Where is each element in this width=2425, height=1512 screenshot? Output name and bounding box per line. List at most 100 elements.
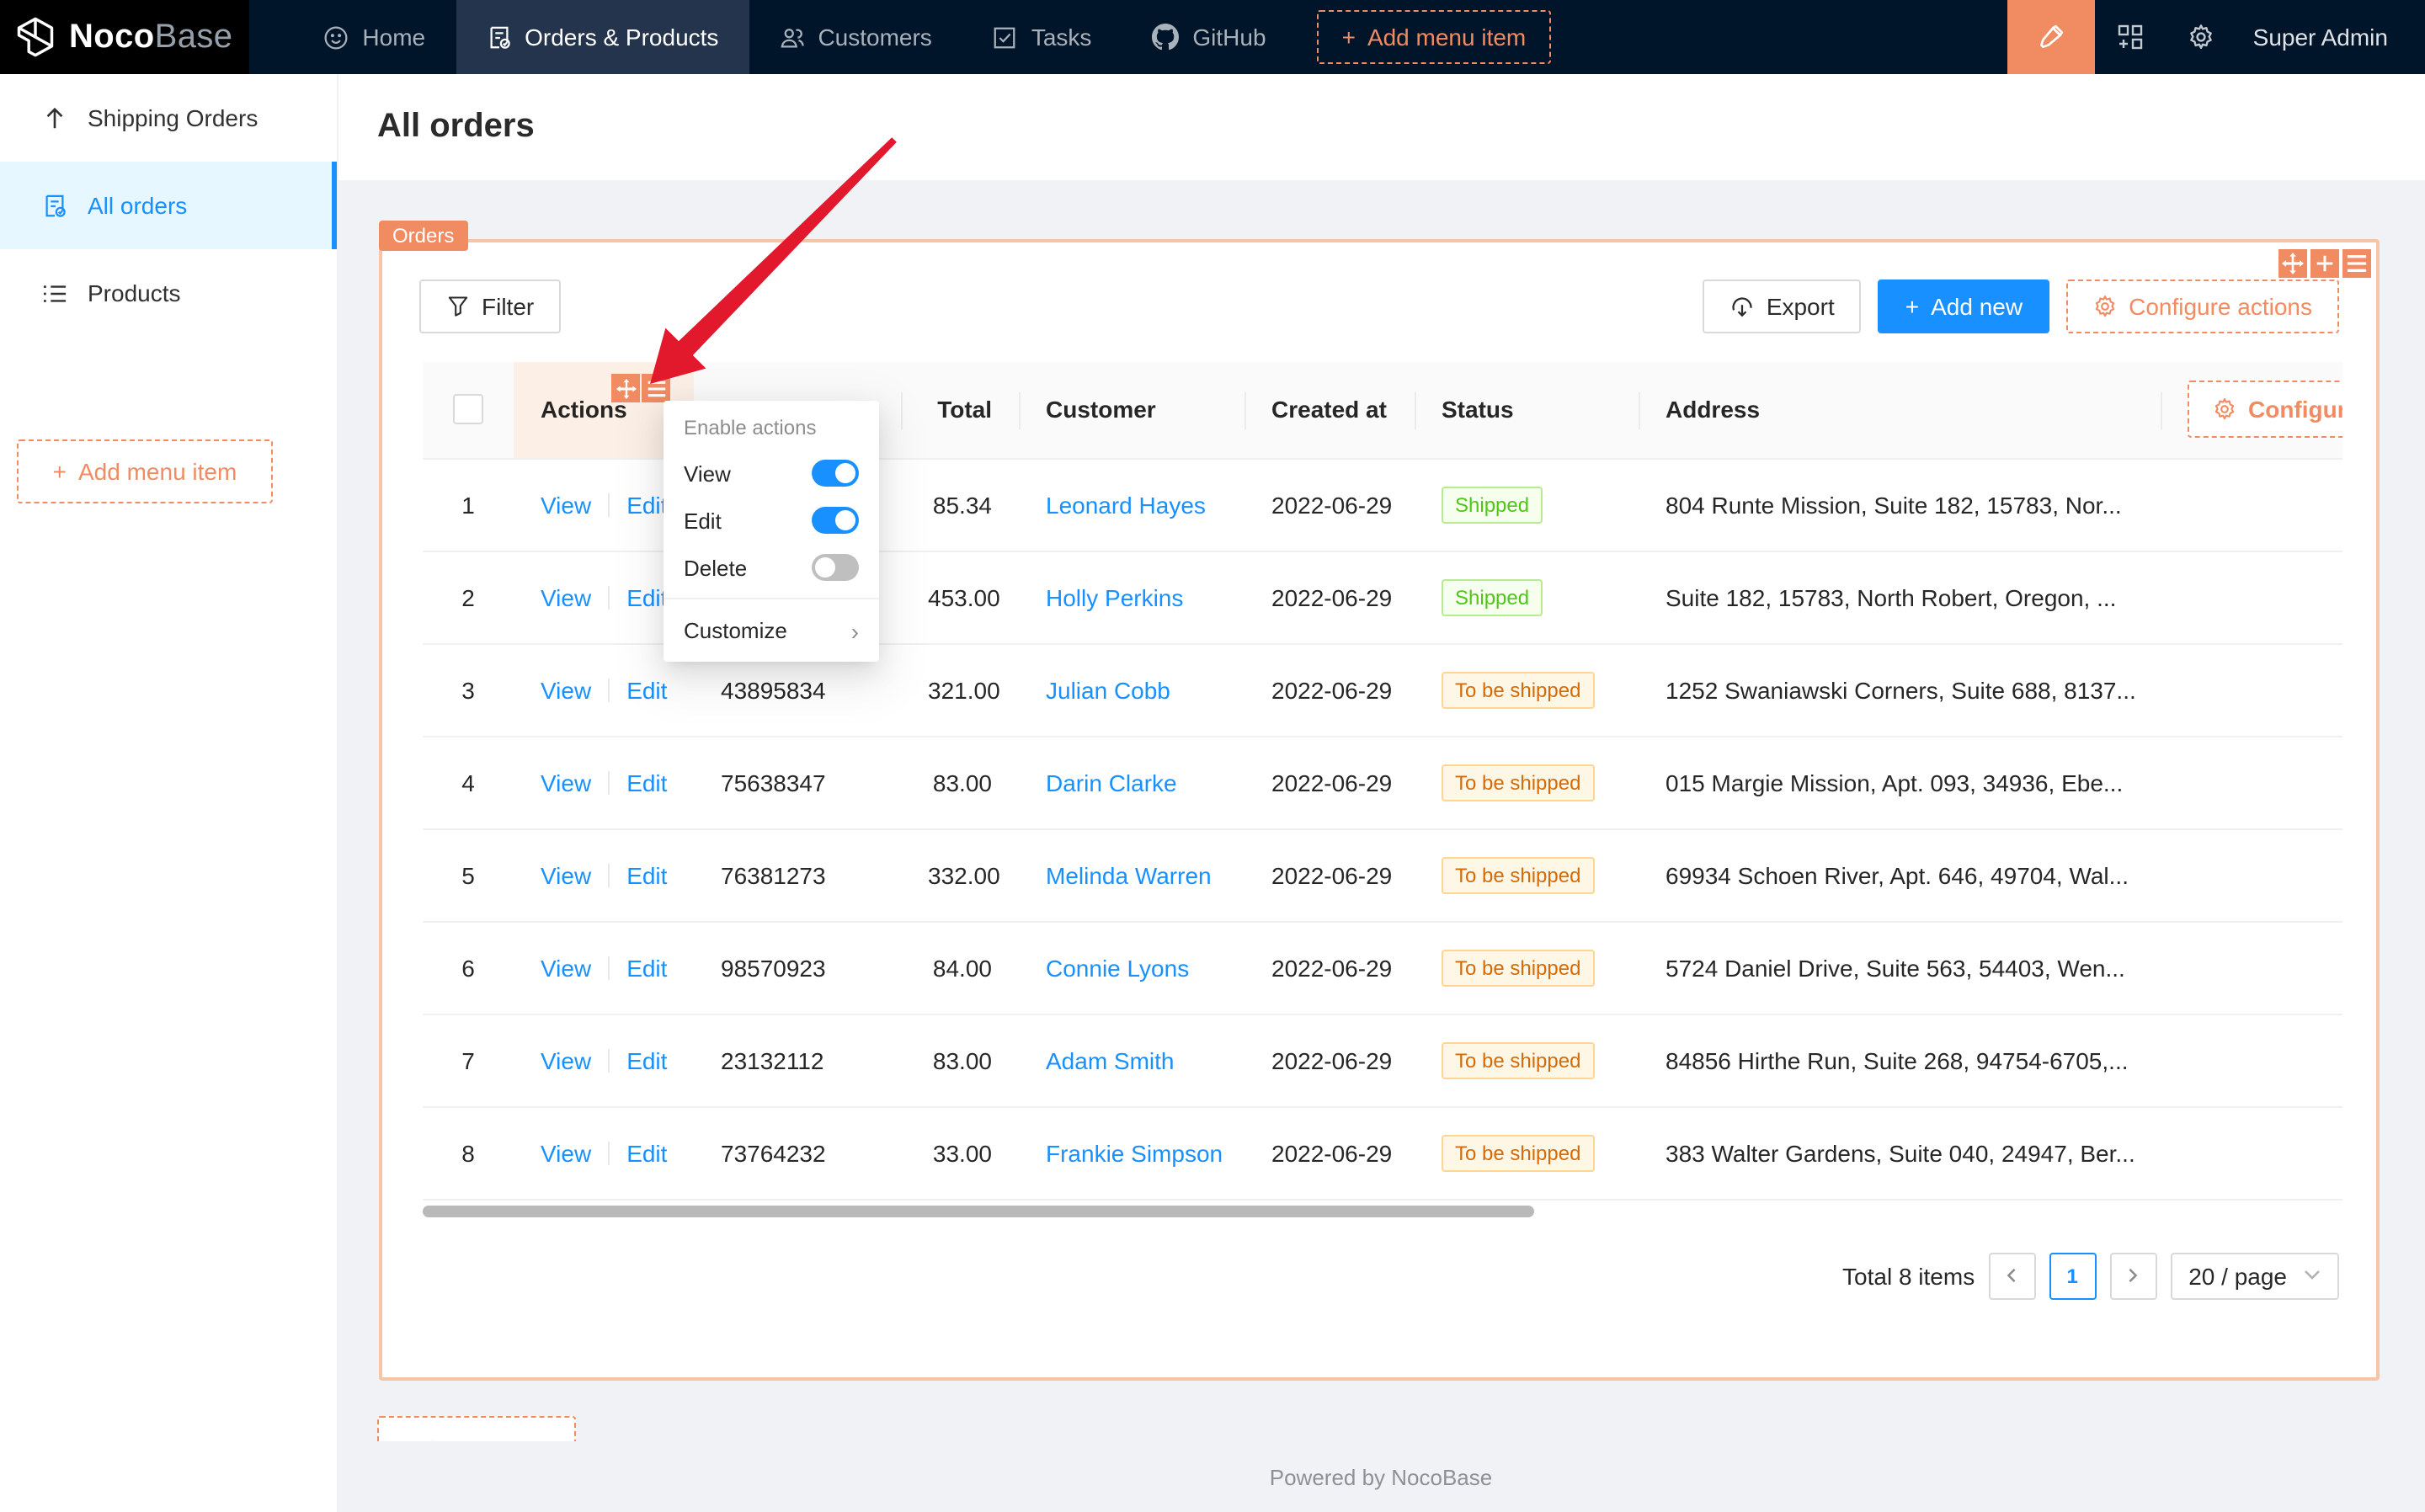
page-size-select[interactable]: 20 / page — [2170, 1252, 2339, 1299]
brand-logo[interactable]: NocoBase — [0, 0, 250, 74]
customer-link[interactable]: Frankie Simpson — [1046, 1139, 1223, 1166]
settings-button[interactable] — [2166, 0, 2236, 74]
chevron-left-icon — [2007, 1268, 2016, 1283]
export-button[interactable]: Export — [1702, 280, 1862, 333]
edit-link[interactable]: Edit — [626, 676, 667, 703]
edit-link[interactable]: Edit — [626, 583, 667, 610]
view-link[interactable]: View — [541, 676, 591, 703]
filter-button[interactable]: Filter — [419, 280, 562, 333]
total-cell: 83.00 — [901, 736, 1019, 829]
nav-item-github[interactable]: GitHub — [1122, 0, 1296, 74]
customer-cell: Frankie Simpson — [1019, 1106, 1244, 1200]
drag-handle-icon[interactable] — [2278, 249, 2307, 278]
address-cell: 84856 Hirthe Run, Suite 268, 94754-6705,… — [1639, 1014, 2161, 1107]
row-index[interactable]: 4 — [423, 736, 514, 829]
status-badge: Shipped — [1442, 486, 1543, 523]
status-cell: Shipped — [1415, 458, 1639, 551]
customer-cell: Holly Perkins — [1019, 551, 1244, 644]
created-at-cell: 2022-06-29 — [1244, 551, 1415, 644]
pagination: Total 8 items 1 20 / page — [423, 1252, 2339, 1299]
add-block-icon[interactable] — [2310, 249, 2339, 278]
list-icon — [43, 285, 67, 301]
status-cell: Shipped — [1415, 551, 1639, 644]
action-divider — [608, 1048, 610, 1072]
view-link[interactable]: View — [541, 954, 591, 981]
customer-link[interactable]: Holly Perkins — [1046, 583, 1183, 610]
cube-logo-icon — [17, 17, 54, 57]
customer-link[interactable]: Connie Lyons — [1046, 954, 1189, 981]
dropdown-item-delete[interactable]: Delete — [664, 544, 879, 591]
row-index[interactable]: 8 — [423, 1106, 514, 1200]
edit-link[interactable]: Edit — [626, 491, 667, 518]
file-done-icon — [45, 194, 66, 216]
table-row: 8 View Edit 73764232 33.00 Frankie Simpson 202… — [423, 1106, 2342, 1200]
edit-link[interactable]: Edit — [626, 1046, 667, 1073]
view-link[interactable]: View — [541, 491, 591, 518]
dropdown-item-edit[interactable]: Edit — [664, 497, 879, 544]
row-index[interactable]: 2 — [423, 551, 514, 644]
view-toggle[interactable] — [812, 460, 859, 487]
next-page-button[interactable] — [2109, 1252, 2157, 1299]
row-index[interactable]: 3 — [423, 643, 514, 737]
ui-editor-button[interactable] — [2007, 0, 2095, 74]
nav-add-menu-item-button[interactable]: + Add menu item — [1316, 10, 1552, 64]
status-badge: To be shipped — [1442, 856, 1595, 893]
highlighter-icon — [2040, 24, 2064, 48]
customer-link[interactable]: Melinda Warren — [1046, 861, 1212, 888]
delete-toggle[interactable] — [812, 554, 859, 581]
view-link[interactable]: View — [541, 583, 591, 610]
configure-actions-button[interactable]: Configure actions — [2066, 280, 2339, 333]
total-cell: 33.00 — [901, 1106, 1019, 1200]
scrollbar-thumb[interactable] — [423, 1205, 1534, 1217]
block-menu-icon[interactable] — [2342, 249, 2371, 278]
column-menu-icon[interactable] — [642, 374, 670, 402]
plugins-button[interactable] — [2095, 0, 2166, 74]
select-all-checkbox[interactable] — [453, 394, 483, 425]
configure-cell — [2161, 551, 2342, 644]
configure-cell — [2161, 1106, 2342, 1200]
customer-link[interactable]: Julian Cobb — [1046, 676, 1170, 703]
horizontal-scrollbar[interactable] — [423, 1205, 2339, 1217]
row-index[interactable]: 6 — [423, 921, 514, 1014]
configure-columns-button[interactable]: Configure columns — [2188, 381, 2342, 439]
nav-item-home[interactable]: Home — [293, 0, 456, 74]
add-block-button[interactable]: + Add block — [377, 1416, 576, 1441]
edit-link[interactable]: Edit — [626, 861, 667, 888]
page-number-button[interactable]: 1 — [2049, 1252, 2097, 1299]
customer-link[interactable]: Adam Smith — [1046, 1046, 1175, 1073]
nav-item-tasks[interactable]: Tasks — [962, 0, 1122, 74]
view-link[interactable]: View — [541, 1046, 591, 1073]
user-menu[interactable]: Super Admin — [2236, 0, 2425, 74]
add-new-button[interactable]: + Add new — [1878, 280, 2050, 333]
nav-item-customers[interactable]: Customers — [749, 0, 962, 74]
sidebar-item-shipping-orders[interactable]: Shipping Orders — [0, 74, 337, 162]
view-link[interactable]: View — [541, 861, 591, 888]
action-divider — [608, 863, 610, 886]
created-at-cell: 2022-06-29 — [1244, 458, 1415, 551]
customer-link[interactable]: Leonard Hayes — [1046, 491, 1206, 518]
edit-link[interactable]: Edit — [626, 954, 667, 981]
sidebar-item-products[interactable]: Products — [0, 249, 337, 337]
customer-link[interactable]: Darin Clarke — [1046, 769, 1177, 796]
edit-toggle[interactable] — [812, 507, 859, 534]
nav-item-orders-products[interactable]: Orders & Products — [456, 0, 749, 74]
github-icon — [1152, 24, 1180, 51]
row-index[interactable]: 1 — [423, 458, 514, 551]
block-designer-toolbar — [2278, 249, 2371, 278]
order-number-cell: 98570923 — [694, 921, 901, 1014]
dropdown-item-view[interactable]: View — [664, 450, 879, 497]
column-drag-handle-icon[interactable] — [611, 374, 640, 402]
row-index[interactable]: 5 — [423, 828, 514, 922]
row-actions: View Edit — [514, 1106, 694, 1200]
view-link[interactable]: View — [541, 1139, 591, 1166]
sidebar-add-menu-item-button[interactable]: + Add menu item — [17, 439, 273, 503]
sidebar-item-all-orders[interactable]: All orders — [0, 162, 337, 249]
actions-column-designer — [611, 374, 670, 402]
prev-page-button[interactable] — [1988, 1252, 2036, 1299]
view-link[interactable]: View — [541, 769, 591, 796]
edit-link[interactable]: Edit — [626, 1139, 667, 1166]
row-index[interactable]: 7 — [423, 1014, 514, 1107]
edit-link[interactable]: Edit — [626, 769, 667, 796]
dropdown-item-customize[interactable]: Customize › — [664, 606, 879, 655]
order-number-cell: 23132112 — [694, 1014, 901, 1107]
